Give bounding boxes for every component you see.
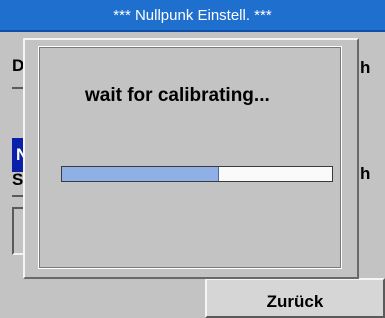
background-label-h1: h (360, 58, 371, 77)
calibration-dialog: wait for calibrating... (23, 38, 359, 279)
progress-fill (62, 167, 219, 181)
back-button[interactable]: Zurück (205, 278, 385, 318)
dialog-panel: wait for calibrating... (38, 46, 342, 269)
background-label-h2: h (360, 164, 371, 183)
window-title-bar: *** Nullpunk Einstell. *** (0, 0, 385, 32)
calibration-progress-bar (61, 166, 333, 182)
calibration-message: wait for calibrating... (85, 85, 270, 106)
window-title: *** Nullpunk Einstell. *** (113, 6, 272, 24)
